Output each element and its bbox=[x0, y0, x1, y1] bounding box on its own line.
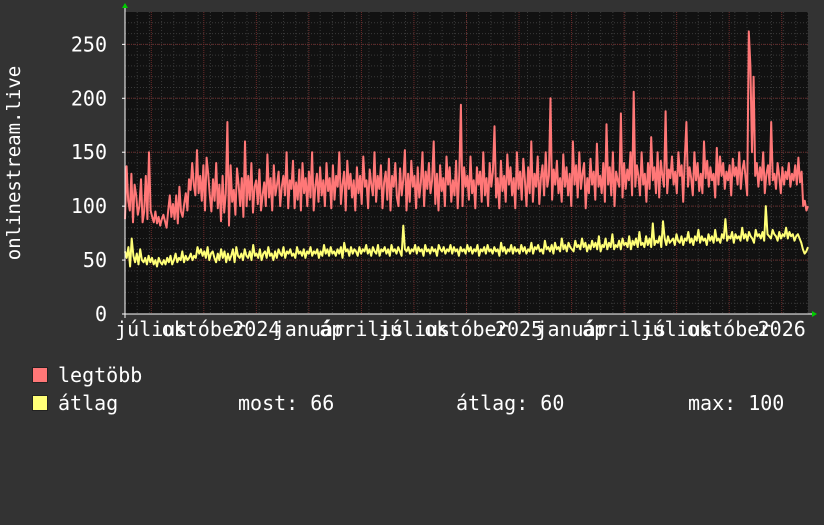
y-tick-label: 200 bbox=[71, 86, 107, 110]
x-tick-label: 2026 bbox=[758, 317, 806, 340]
legend-label-avg: átlag bbox=[58, 391, 119, 415]
legend-item-avg: átlag most: 66 átlag: 60 max: 100 bbox=[32, 392, 812, 414]
legend-swatch-max bbox=[32, 367, 48, 383]
y-tick-label: 100 bbox=[71, 194, 107, 218]
stat-now-label: most: bbox=[238, 391, 299, 415]
y-tick-labels: 0 50 100 150 200 250 bbox=[71, 32, 107, 326]
y-tick-label: 0 bbox=[95, 302, 107, 326]
x-axis-arrow bbox=[812, 311, 817, 317]
x-tick-labels: júliusoktóber2024januáráprilisjúliusoktó… bbox=[115, 317, 806, 340]
stat-now-value: 66 bbox=[310, 391, 335, 415]
y-axis-arrow bbox=[122, 3, 128, 8]
legend-swatch-avg bbox=[32, 395, 48, 411]
y-tick-label: 250 bbox=[71, 32, 107, 56]
legend-item-max: legtöbb bbox=[32, 364, 142, 386]
stat-max-label: max: bbox=[688, 391, 737, 415]
stat-avg-value: 60 bbox=[540, 391, 565, 415]
chart: 0 50 100 150 200 250 júliusoktóber2024januárá… bbox=[3, 3, 817, 340]
y-tick-label: 50 bbox=[83, 248, 107, 272]
stat-avg-label: átlag: bbox=[456, 391, 529, 415]
stat-avg: átlag: 60 bbox=[456, 392, 564, 414]
stat-max: max: 100 bbox=[688, 392, 784, 414]
stat-now: most: 66 bbox=[238, 392, 334, 414]
legend-label-max: legtöbb bbox=[58, 363, 143, 387]
y-tick-label: 150 bbox=[71, 140, 107, 164]
y-axis-label: onlinestream.live bbox=[3, 66, 25, 260]
stat-max-value: 100 bbox=[748, 391, 785, 415]
